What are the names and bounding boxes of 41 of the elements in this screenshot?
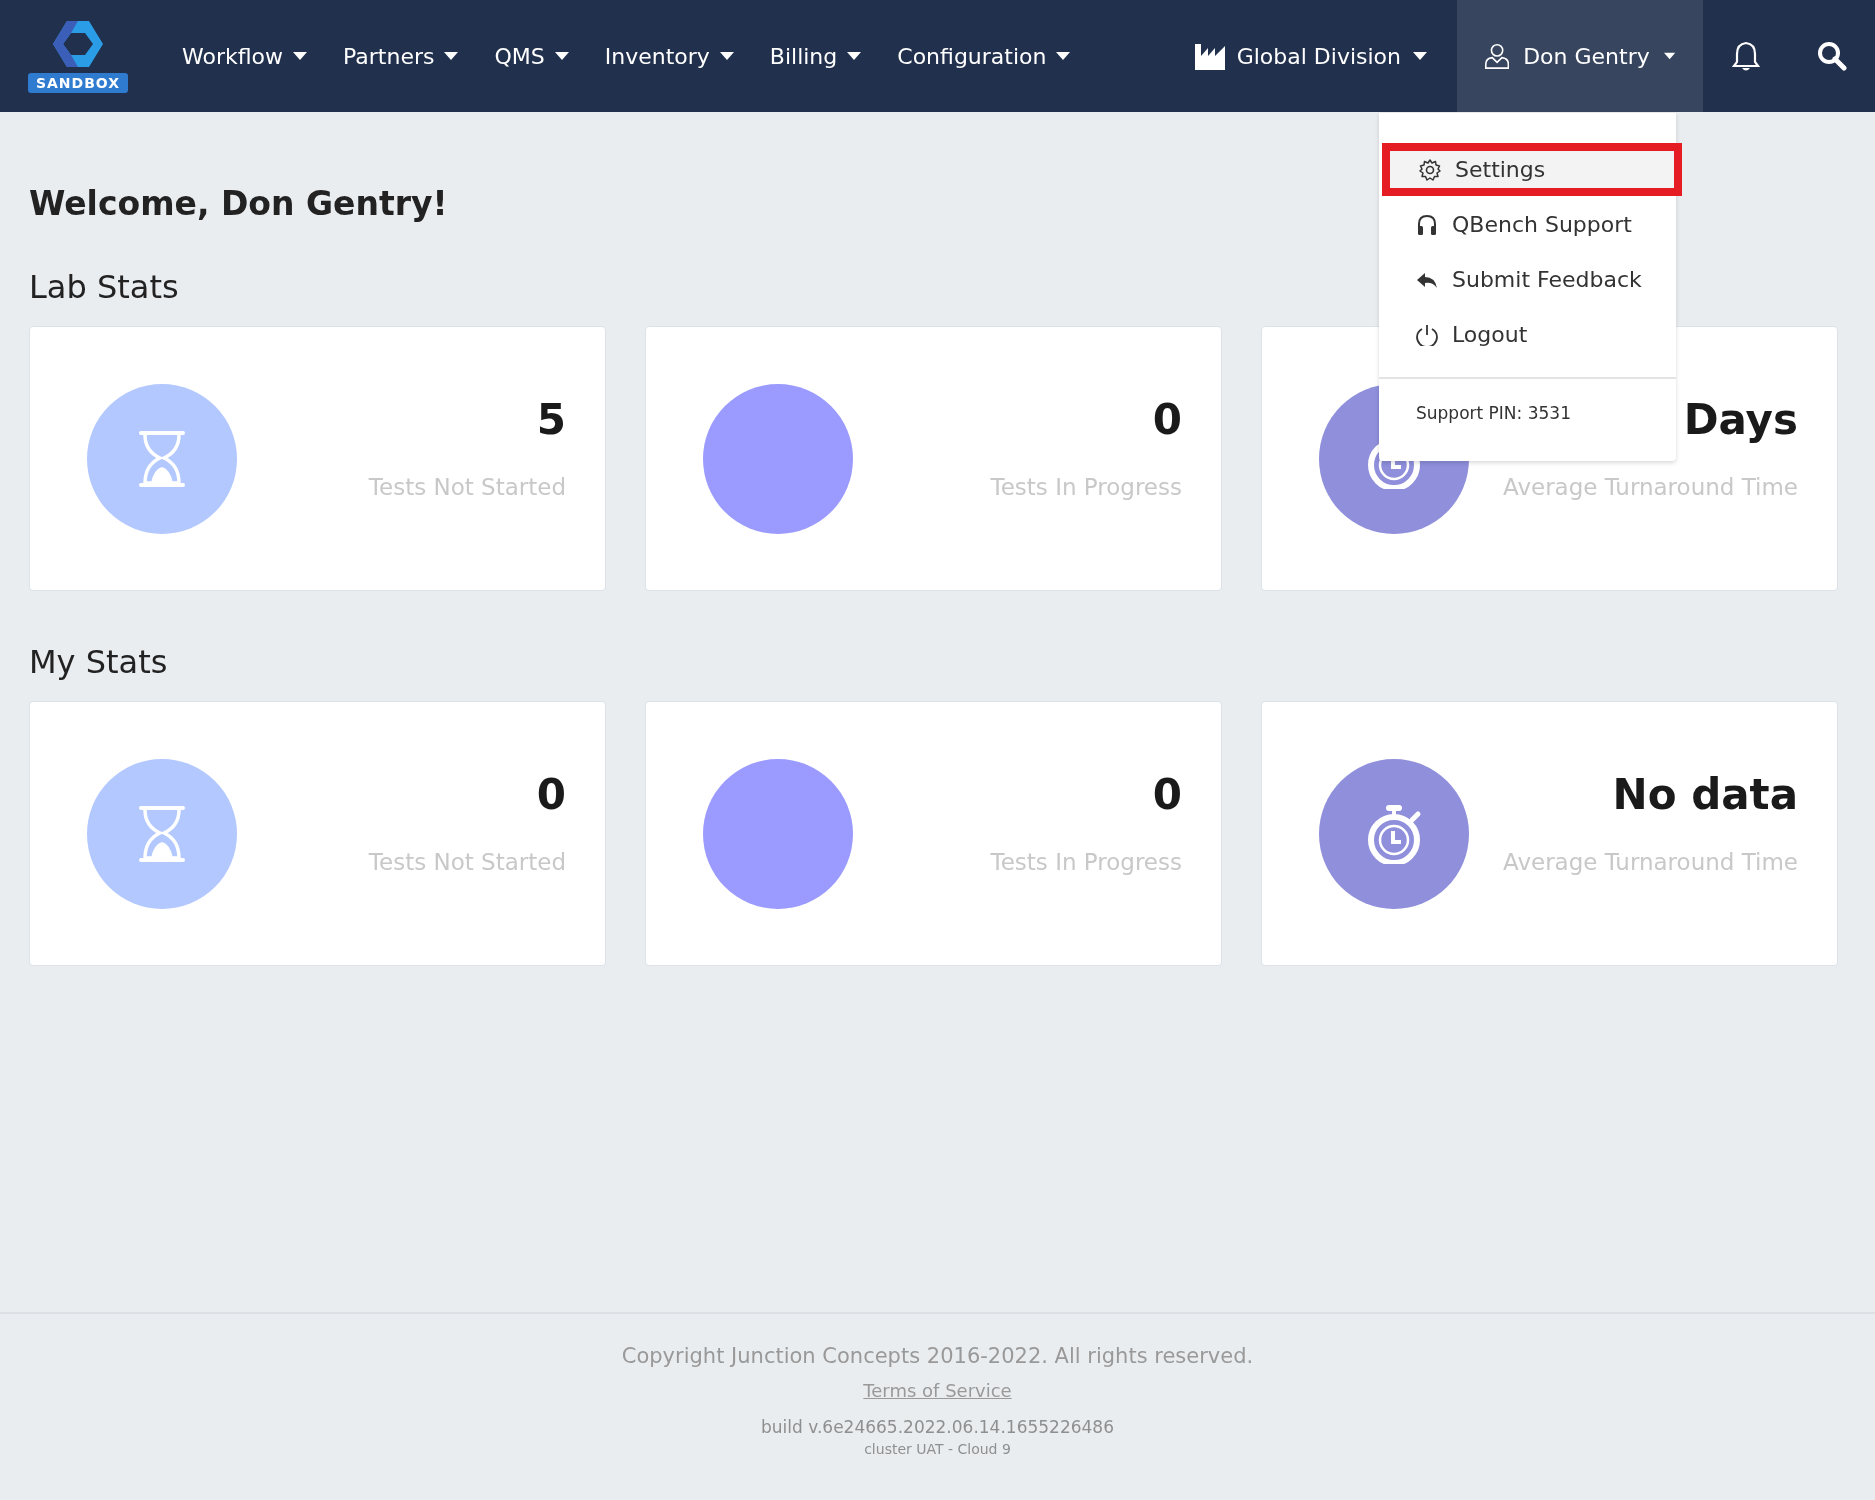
welcome-heading: Welcome, Don Gentry! [29,184,449,223]
division-selector[interactable]: Global Division [1194,0,1457,112]
nav-menu[interactable]: Configuration [897,43,1071,69]
stat-value: 0 [1152,770,1182,819]
menu-item[interactable]: QBench Support [1379,198,1676,251]
sandbox-badge: SANDBOX [27,73,129,93]
headset-icon [1416,213,1438,236]
caret-icon [1056,52,1071,60]
menu-item[interactable]: Logout [1379,308,1676,361]
nav-menu[interactable]: Partners [343,43,459,69]
menu-item[interactable]: Submit Feedback [1379,253,1676,306]
caret-icon [719,52,734,60]
user-menu[interactable]: Don Gentry [1457,0,1703,112]
gear-icon [1419,158,1441,181]
nav-menu[interactable]: Inventory [604,43,734,69]
stat-value: 0 [1152,395,1182,444]
support-pin: Support PIN: 3531 [1415,402,1572,425]
stat-value: 5 [536,395,566,444]
power-icon [1416,323,1438,346]
stat-value: Days [1683,395,1798,444]
bell-icon[interactable] [1732,40,1760,72]
caret-icon [1413,52,1427,60]
build-version: build v.6e24665.2022.06.14.1655226486 [761,1417,1114,1437]
copyright-text: Copyright Junction Concepts 2016-2022. All rights reserved. [621,1344,1254,1368]
stat-value: No data [1612,770,1798,819]
menu-item[interactable]: Settings [1382,143,1682,196]
nav-menu[interactable]: Billing [769,43,862,69]
cluster-label: cluster UAT - Cloud 9 [864,1441,1011,1457]
caret-icon [293,52,308,60]
caret-icon [847,52,862,60]
stat-value: 0 [536,770,566,819]
logo-icon [51,19,105,69]
caret-icon [1663,52,1675,60]
nav-menu[interactable]: QMS [494,43,569,69]
section-heading: My Stats [29,643,168,681]
caret-icon [554,52,569,60]
section-heading: Lab Stats [29,268,179,306]
factory-icon [1194,42,1225,70]
search-icon[interactable] [1817,41,1847,71]
nav-menu[interactable]: Workflow [182,43,308,69]
caret-icon [444,52,459,60]
